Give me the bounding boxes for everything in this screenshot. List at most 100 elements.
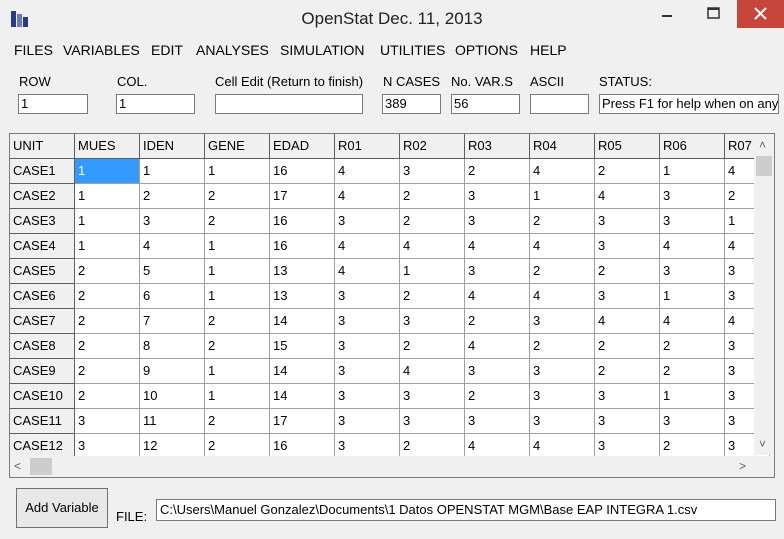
grid-cell[interactable]: 3 [400, 159, 465, 184]
grid-cell[interactable]: 4 [660, 309, 725, 334]
close-button[interactable] [737, 0, 784, 28]
grid-cell[interactable]: 1 [140, 159, 205, 184]
grid-cell[interactable]: 2 [660, 359, 725, 384]
grid-cell[interactable]: 14 [270, 309, 335, 334]
grid-cell[interactable]: 3 [660, 409, 725, 434]
no-vars-field[interactable]: 56 [451, 94, 520, 114]
grid-cell[interactable]: 1 [660, 159, 725, 184]
column-header[interactable]: IDEN [140, 134, 205, 159]
grid-cell[interactable]: 2 [75, 334, 140, 359]
row-header[interactable]: CASE3 [10, 209, 75, 234]
grid-cell[interactable]: 2 [75, 384, 140, 409]
scroll-down-icon[interactable]: ˅ [759, 437, 766, 451]
grid-cell[interactable]: 14 [270, 384, 335, 409]
grid-cell[interactable]: 4 [530, 234, 595, 259]
row-header[interactable]: CASE6 [10, 284, 75, 309]
grid-cell[interactable]: 5 [140, 259, 205, 284]
grid-cell[interactable]: 11 [140, 409, 205, 434]
grid-cell[interactable]: 3 [465, 184, 530, 209]
grid-cell[interactable]: 10 [140, 384, 205, 409]
grid-cell[interactable]: 1 [205, 384, 270, 409]
vertical-scroll-thumb[interactable] [756, 156, 772, 176]
grid-cell[interactable]: 3 [530, 309, 595, 334]
grid-cell[interactable]: 2 [530, 259, 595, 284]
grid-cell[interactable]: 1 [205, 159, 270, 184]
grid-cell[interactable]: 4 [660, 234, 725, 259]
row-field[interactable]: 1 [18, 94, 88, 114]
column-header[interactable]: R03 [465, 134, 530, 159]
scroll-right-icon[interactable]: > [739, 459, 746, 473]
grid-cell[interactable]: 1 [530, 184, 595, 209]
row-header[interactable]: CASE4 [10, 234, 75, 259]
grid-cell[interactable]: 2 [400, 209, 465, 234]
grid-cell[interactable]: 13 [270, 259, 335, 284]
grid-cell[interactable]: 2 [205, 309, 270, 334]
grid-cell[interactable]: 2 [595, 359, 660, 384]
row-header[interactable]: CASE1 [10, 159, 75, 184]
grid-cell[interactable]: 14 [270, 359, 335, 384]
grid-cell[interactable]: 4 [335, 184, 400, 209]
grid-cell[interactable]: 3 [465, 409, 530, 434]
row-header[interactable]: CASE10 [10, 384, 75, 409]
grid-cell[interactable]: 3 [75, 409, 140, 434]
grid-cell[interactable]: 4 [530, 284, 595, 309]
grid-cell[interactable]: 3 [465, 209, 530, 234]
menu-help[interactable]: HELP [530, 42, 567, 58]
column-header[interactable]: R01 [335, 134, 400, 159]
grid-cell[interactable]: 3 [595, 409, 660, 434]
grid-cell[interactable]: 1 [205, 259, 270, 284]
grid-cell[interactable]: 6 [140, 284, 205, 309]
grid-cell[interactable]: 13 [270, 284, 335, 309]
grid-cell[interactable]: 2 [530, 209, 595, 234]
grid-cell[interactable]: 17 [270, 409, 335, 434]
minimize-button[interactable] [644, 0, 690, 28]
grid-cell[interactable]: 1 [75, 234, 140, 259]
grid-cell[interactable]: 3 [335, 384, 400, 409]
grid-cell[interactable]: 2 [205, 334, 270, 359]
grid-cell[interactable]: 3 [400, 309, 465, 334]
grid-cell[interactable]: 4 [400, 359, 465, 384]
grid-cell[interactable]: 2 [140, 184, 205, 209]
grid-cell[interactable]: 3 [530, 409, 595, 434]
grid-cell[interactable]: 1 [75, 184, 140, 209]
column-header[interactable]: UNIT [10, 134, 75, 159]
grid-cell[interactable]: 2 [400, 334, 465, 359]
row-header[interactable]: CASE11 [10, 409, 75, 434]
grid-cell[interactable]: 4 [465, 334, 530, 359]
vertical-scrollbar[interactable]: ˄ ˅ [754, 134, 774, 455]
menu-edit[interactable]: EDIT [151, 42, 183, 58]
grid-cell[interactable]: 3 [335, 209, 400, 234]
grid-cell[interactable]: 3 [335, 359, 400, 384]
menu-simulation[interactable]: SIMULATION [280, 42, 365, 58]
row-header[interactable]: CASE9 [10, 359, 75, 384]
row-header[interactable]: CASE2 [10, 184, 75, 209]
menu-analyses[interactable]: ANALYSES [196, 42, 269, 58]
grid-cell[interactable]: 4 [400, 234, 465, 259]
grid-cell[interactable]: 16 [270, 234, 335, 259]
grid-cell[interactable]: 3 [595, 284, 660, 309]
row-header[interactable]: CASE7 [10, 309, 75, 334]
grid-cell[interactable]: 2 [75, 259, 140, 284]
grid-cell[interactable]: 2 [400, 184, 465, 209]
grid-cell[interactable]: 1 [205, 234, 270, 259]
grid-cell[interactable]: 8 [140, 334, 205, 359]
column-header[interactable]: R04 [530, 134, 595, 159]
grid-cell[interactable]: 3 [530, 384, 595, 409]
grid-cell[interactable]: 3 [595, 209, 660, 234]
grid-cell[interactable]: 2 [205, 184, 270, 209]
grid-cell[interactable]: 2 [400, 284, 465, 309]
grid-cell[interactable]: 3 [465, 259, 530, 284]
column-header[interactable]: R06 [660, 134, 725, 159]
scroll-up-icon[interactable]: ˄ [759, 138, 766, 152]
grid-cell[interactable]: 2 [530, 334, 595, 359]
menu-utilities[interactable]: UTILITIES [380, 42, 445, 58]
column-header[interactable]: R02 [400, 134, 465, 159]
grid-cell[interactable]: 1 [660, 384, 725, 409]
grid-cell[interactable]: 1 [205, 284, 270, 309]
grid-cell[interactable]: 2 [595, 159, 660, 184]
grid-cell[interactable]: 3 [400, 409, 465, 434]
grid-cell[interactable]: 4 [335, 159, 400, 184]
horizontal-scrollbar[interactable]: < > [10, 456, 754, 477]
grid-cell[interactable]: 9 [140, 359, 205, 384]
grid-cell[interactable]: 3 [465, 359, 530, 384]
